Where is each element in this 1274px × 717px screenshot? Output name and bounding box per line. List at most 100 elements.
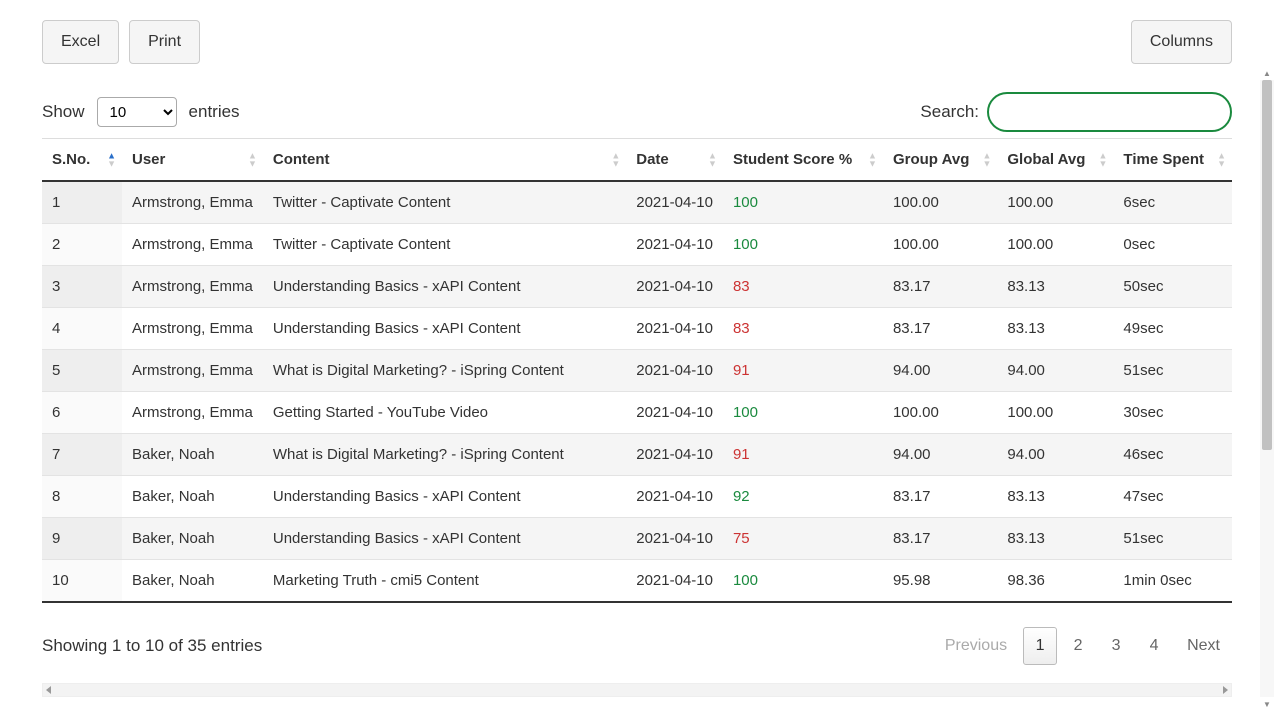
- toolbar: Excel Print Columns: [42, 20, 1232, 64]
- cell-user: Armstrong, Emma: [122, 308, 263, 350]
- horizontal-scrollbar[interactable]: [42, 683, 1232, 697]
- cell-date: 2021-04-10: [626, 560, 723, 603]
- pagination-page-4[interactable]: 4: [1137, 627, 1171, 665]
- pagination-page-3[interactable]: 3: [1099, 627, 1133, 665]
- cell-content: What is Digital Marketing? - iSpring Con…: [263, 350, 626, 392]
- column-header-date[interactable]: Date▲▼: [626, 139, 723, 182]
- cell-score: 92: [723, 476, 883, 518]
- cell-content: Understanding Basics - xAPI Content: [263, 308, 626, 350]
- entries-label: entries: [189, 102, 240, 122]
- vertical-scrollbar[interactable]: ▲ ▼: [1260, 80, 1274, 697]
- cell-content: Twitter - Captivate Content: [263, 224, 626, 266]
- table-row: 8Baker, NoahUnderstanding Basics - xAPI …: [42, 476, 1232, 518]
- cell-group-avg: 83.17: [883, 476, 997, 518]
- pagination-page-1[interactable]: 1: [1023, 627, 1057, 665]
- cell-global-avg: 100.00: [997, 392, 1113, 434]
- footer-row: Showing 1 to 10 of 35 entries Previous12…: [42, 627, 1232, 665]
- sort-icon: ▲▼: [868, 152, 877, 167]
- column-header-global[interactable]: Global Avg▲▼: [997, 139, 1113, 182]
- excel-button[interactable]: Excel: [42, 20, 119, 64]
- table-row: 6Armstrong, EmmaGetting Started - YouTub…: [42, 392, 1232, 434]
- cell-group-avg: 94.00: [883, 434, 997, 476]
- vertical-scrollbar-thumb[interactable]: [1262, 80, 1272, 450]
- cell-time-spent: 46sec: [1113, 434, 1232, 476]
- column-header-label: Global Avg: [1007, 151, 1103, 168]
- cell-user: Armstrong, Emma: [122, 224, 263, 266]
- cell-time-spent: 51sec: [1113, 518, 1232, 560]
- cell-sno: 4: [42, 308, 122, 350]
- cell-score: 100: [723, 560, 883, 603]
- scroll-up-arrow-icon[interactable]: ▲: [1260, 66, 1274, 80]
- cell-date: 2021-04-10: [626, 518, 723, 560]
- column-header-time[interactable]: Time Spent▲▼: [1113, 139, 1232, 182]
- cell-group-avg: 95.98: [883, 560, 997, 603]
- column-header-label: Content: [273, 151, 348, 168]
- column-header-label: Group Avg: [893, 151, 987, 168]
- cell-global-avg: 100.00: [997, 181, 1113, 224]
- table-row: 3Armstrong, EmmaUnderstanding Basics - x…: [42, 266, 1232, 308]
- cell-global-avg: 94.00: [997, 434, 1113, 476]
- sort-icon: ▲▼: [248, 152, 257, 167]
- cell-group-avg: 83.17: [883, 518, 997, 560]
- column-header-label: Time Spent: [1123, 151, 1222, 168]
- cell-score: 75: [723, 518, 883, 560]
- cell-sno: 7: [42, 434, 122, 476]
- sort-icon: ▲▼: [1099, 152, 1108, 167]
- cell-user: Armstrong, Emma: [122, 266, 263, 308]
- column-header-score[interactable]: Student Score %▲▼: [723, 139, 883, 182]
- pagination: Previous1234Next: [933, 627, 1232, 665]
- cell-date: 2021-04-10: [626, 434, 723, 476]
- cell-date: 2021-04-10: [626, 181, 723, 224]
- cell-score: 100: [723, 224, 883, 266]
- cell-user: Baker, Noah: [122, 518, 263, 560]
- cell-time-spent: 51sec: [1113, 350, 1232, 392]
- cell-content: What is Digital Marketing? - iSpring Con…: [263, 434, 626, 476]
- cell-time-spent: 47sec: [1113, 476, 1232, 518]
- toolbar-left: Excel Print: [42, 20, 200, 64]
- pagination-page-2[interactable]: 2: [1061, 627, 1095, 665]
- table-body: 1Armstrong, EmmaTwitter - Captivate Cont…: [42, 181, 1232, 602]
- column-header-content[interactable]: Content ▲▼: [263, 139, 626, 182]
- toolbar-right: Columns: [1131, 20, 1232, 64]
- cell-sno: 2: [42, 224, 122, 266]
- table-row: 1Armstrong, EmmaTwitter - Captivate Cont…: [42, 181, 1232, 224]
- column-header-label: Date: [636, 151, 687, 168]
- cell-group-avg: 100.00: [883, 181, 997, 224]
- column-header-group[interactable]: Group Avg▲▼: [883, 139, 997, 182]
- cell-time-spent: 49sec: [1113, 308, 1232, 350]
- cell-date: 2021-04-10: [626, 308, 723, 350]
- sort-icon: ▲▼: [982, 152, 991, 167]
- cell-time-spent: 1min 0sec: [1113, 560, 1232, 603]
- cell-sno: 3: [42, 266, 122, 308]
- length-wrap: Show 102550100 entries: [42, 97, 240, 127]
- cell-group-avg: 100.00: [883, 224, 997, 266]
- cell-date: 2021-04-10: [626, 224, 723, 266]
- show-label: Show: [42, 102, 85, 122]
- columns-button[interactable]: Columns: [1131, 20, 1232, 64]
- table-header-row: S.No.▲▼User▲▼Content▲▼Date▲▼Student Scor…: [42, 139, 1232, 182]
- cell-global-avg: 98.36: [997, 560, 1113, 603]
- page-length-select[interactable]: 102550100: [97, 97, 177, 127]
- cell-time-spent: 30sec: [1113, 392, 1232, 434]
- cell-time-spent: 6sec: [1113, 181, 1232, 224]
- cell-score: 91: [723, 434, 883, 476]
- column-header-sno[interactable]: S.No.▲▼: [42, 139, 122, 182]
- cell-date: 2021-04-10: [626, 476, 723, 518]
- table-row: 5Armstrong, EmmaWhat is Digital Marketin…: [42, 350, 1232, 392]
- scroll-down-arrow-icon[interactable]: ▼: [1260, 697, 1274, 711]
- pagination-next[interactable]: Next: [1175, 627, 1232, 665]
- column-header-user[interactable]: User▲▼: [122, 139, 263, 182]
- cell-score: 83: [723, 308, 883, 350]
- table-row: 7Baker, NoahWhat is Digital Marketing? -…: [42, 434, 1232, 476]
- cell-score: 91: [723, 350, 883, 392]
- cell-user: Baker, Noah: [122, 476, 263, 518]
- cell-content: Marketing Truth - cmi5 Content: [263, 560, 626, 603]
- cell-content: Getting Started - YouTube Video: [263, 392, 626, 434]
- search-label: Search:: [920, 102, 979, 122]
- sort-icon: ▲▼: [611, 152, 620, 167]
- print-button[interactable]: Print: [129, 20, 200, 64]
- cell-content: Understanding Basics - xAPI Content: [263, 266, 626, 308]
- search-input[interactable]: [987, 92, 1232, 132]
- cell-user: Armstrong, Emma: [122, 350, 263, 392]
- cell-time-spent: 50sec: [1113, 266, 1232, 308]
